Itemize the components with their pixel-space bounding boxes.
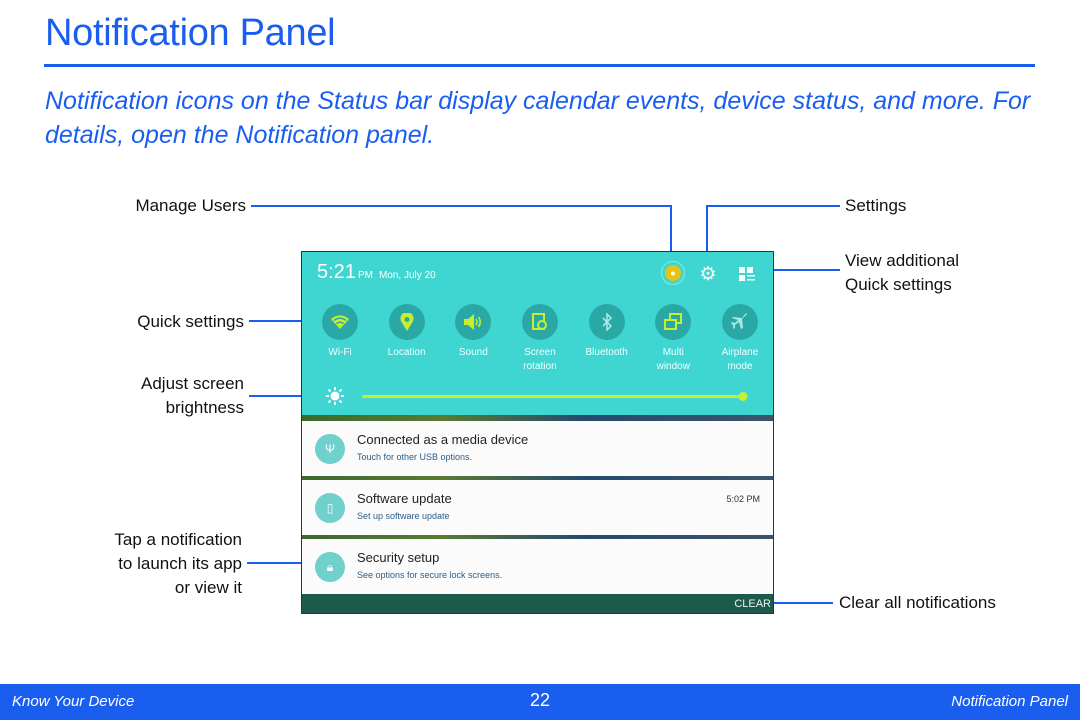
- page-number: 22: [530, 690, 551, 710]
- quick-setting-label-line1: Airplane: [721, 347, 759, 358]
- footer-page-title: Notification Panel: [951, 693, 1068, 710]
- manage-users-button[interactable]: ●: [661, 261, 685, 285]
- notification-title: Security setup: [357, 550, 440, 565]
- callout-tap-line3: or view it: [174, 578, 242, 597]
- quick-settings-tiles: Wi-Fi Location Sound Screen rotation Blu…: [320, 304, 760, 374]
- quick-settings-area: 5:21 PM Mon, July 20 ● ⚙ Wi-Fi Location …: [302, 252, 773, 415]
- quick-setting-label-line2: mode: [727, 361, 753, 372]
- callout-manage-users-label: Manage Users: [135, 196, 246, 215]
- notification-subtitle: Touch for other USB options.: [357, 452, 473, 462]
- intro-text: Notification icons on the Status bar dis…: [45, 87, 1031, 149]
- clear-button[interactable]: CLEAR: [734, 598, 771, 610]
- quick-setting-wifi[interactable]: Wi-Fi: [320, 304, 360, 374]
- airplane-icon: [730, 313, 747, 329]
- quick-setting-label: Bluetooth: [585, 347, 628, 358]
- leader-line-manage-users-h: [251, 205, 672, 207]
- quick-setting-label: Location: [387, 347, 426, 358]
- software-update-icon: ▯: [315, 493, 345, 523]
- clock-ampm: PM: [357, 270, 373, 281]
- quick-setting-location[interactable]: Location: [387, 304, 427, 374]
- quick-setting-label: Sound: [458, 347, 488, 358]
- brightness-slider[interactable]: [362, 392, 748, 401]
- quick-setting-sound[interactable]: Sound: [453, 304, 493, 374]
- clock-time: 5:21: [317, 261, 356, 283]
- quick-setting-label-line2: rotation: [523, 361, 557, 372]
- callout-manage-users: Manage Users: [60, 194, 246, 218]
- quick-setting-label-line2: window: [656, 361, 690, 372]
- grid-edit-icon: [739, 267, 755, 281]
- page-footer: Know Your Device 22 Notification Panel: [0, 684, 1080, 720]
- quick-setting-airplane-mode[interactable]: Airplane mode: [720, 304, 760, 374]
- leader-line-manage-users-v: [670, 205, 672, 257]
- callout-clear-all: Clear all notifications: [839, 591, 996, 615]
- quick-setting-label-line1: Screen: [524, 347, 556, 358]
- page-title: Notification Panel: [45, 12, 336, 54]
- callout-view-additional: View additional Quick settings: [845, 249, 959, 297]
- notification-time: 5:02 PM: [726, 494, 760, 504]
- user-avatar-icon: ●: [665, 265, 681, 281]
- footer-section-title: Know Your Device: [12, 693, 135, 710]
- notification-subtitle: See options for secure lock screens.: [357, 570, 503, 580]
- quick-setting-label: Wi-Fi: [328, 347, 352, 358]
- quick-setting-multi-window[interactable]: Multi window: [653, 304, 693, 374]
- status-clock: 5:21 PM Mon, July 20: [317, 261, 436, 284]
- title-divider: [44, 64, 1035, 67]
- brightness-sun-icon: [326, 387, 344, 405]
- brightness-slider-thumb[interactable]: [738, 392, 748, 401]
- lock-warning-icon: 🔒︎: [315, 552, 345, 582]
- leader-line-clear: [773, 602, 833, 604]
- notification-item[interactable]: Ψ Connected as a media device Touch for …: [302, 421, 773, 476]
- location-pin-icon: [400, 313, 414, 331]
- notification-subtitle: Set up software update: [357, 511, 450, 521]
- callout-tap-line1: Tap a notification: [114, 530, 242, 549]
- notification-item[interactable]: 🔒︎ Security setup See options for secure…: [302, 539, 773, 594]
- callout-quick-settings-label: Quick settings: [137, 312, 244, 331]
- rotation-icon: [531, 313, 547, 330]
- quick-setting-label-line1: Multi: [662, 347, 684, 358]
- callout-clear-all-label: Clear all notifications: [839, 593, 996, 612]
- wifi-icon: [331, 315, 349, 329]
- notification-title: Connected as a media device: [357, 432, 529, 447]
- callout-tap-line2: to launch its app: [118, 554, 242, 573]
- callout-quick-settings: Quick settings: [60, 310, 244, 334]
- view-additional-quick-settings-button[interactable]: [737, 264, 757, 284]
- callout-settings: Settings: [845, 194, 906, 218]
- bluetooth-icon: [602, 313, 612, 331]
- callout-adjust-brightness-line2: brightness: [165, 398, 244, 417]
- notification-title: Software update: [357, 491, 452, 506]
- clock-date: Mon, July 20: [378, 270, 436, 281]
- settings-button[interactable]: ⚙: [698, 263, 718, 285]
- panel-bottom-bar: [302, 594, 773, 613]
- quick-setting-bluetooth[interactable]: Bluetooth: [585, 304, 628, 374]
- notification-panel-screenshot: 5:21 PM Mon, July 20 ● ⚙ Wi-Fi Location …: [301, 251, 774, 614]
- callout-settings-label: Settings: [845, 196, 907, 215]
- callout-adjust-brightness: Adjust screen brightness: [60, 372, 244, 420]
- notification-item[interactable]: ▯ Software update Set up software update…: [302, 480, 773, 535]
- callout-view-additional-line2: Quick settings: [845, 275, 952, 294]
- usb-icon: Ψ: [315, 434, 345, 464]
- multi-window-icon: [664, 313, 683, 330]
- leader-line-settings-h: [707, 205, 840, 207]
- callout-tap-notification: Tap a notification to launch its app or …: [40, 528, 242, 600]
- gear-icon: ⚙: [699, 263, 717, 285]
- speaker-icon: [464, 314, 482, 330]
- callout-view-additional-line1: View additional: [845, 251, 960, 270]
- callout-adjust-brightness-line1: Adjust screen: [141, 374, 244, 393]
- quick-setting-screen-rotation[interactable]: Screen rotation: [520, 304, 560, 374]
